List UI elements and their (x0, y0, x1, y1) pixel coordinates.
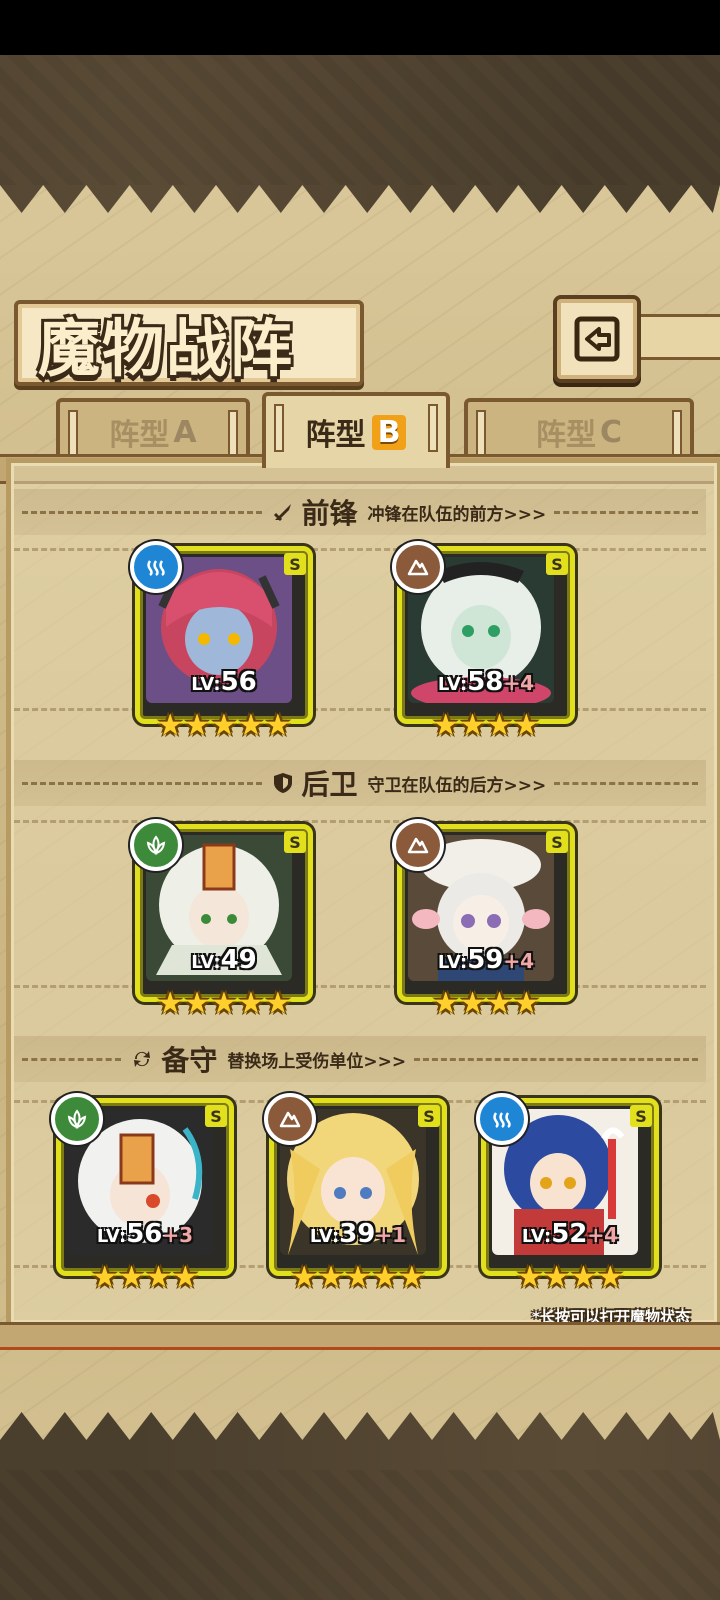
tab-label: 阵型 (109, 418, 170, 453)
monster-card-front-2[interactable]: S LV:58+4 ★★★★ (392, 541, 575, 741)
monster-card-reserve-3[interactable]: S LV:52+4 ★★★★ (476, 1093, 659, 1293)
level-label: LV:59+4 (437, 945, 535, 975)
tab-letter: B (371, 414, 407, 450)
bottom-rail (0, 1322, 720, 1350)
monster-card-reserve-2[interactable]: S LV:39+1 ★★★★★ (264, 1093, 447, 1293)
level-label: LV:39+1 (309, 1219, 407, 1249)
level-label: LV:49 (191, 945, 257, 975)
star-rating: ★★★★ (91, 1260, 199, 1295)
tab-formation-a[interactable]: 阵型 A (56, 398, 250, 462)
section-desc: 守卫在队伍的后方>>> (367, 775, 547, 796)
earth-element-icon (392, 541, 444, 593)
monster-card-reserve-1[interactable]: S LV:56+3 ★★★★ (51, 1093, 234, 1293)
water-element-icon (476, 1093, 528, 1145)
tab-letter: A (173, 414, 197, 450)
shield-icon (270, 770, 296, 796)
grade-badge: S (630, 1105, 652, 1127)
back-rail (635, 314, 720, 360)
earth-element-icon (264, 1093, 316, 1145)
swap-icon (129, 1046, 155, 1072)
star-rating: ★★★★★ (290, 1260, 426, 1295)
water-element-icon (130, 541, 182, 593)
star-rating: ★★★★ (432, 986, 540, 1021)
star-rating: ★★★★★ (156, 986, 292, 1021)
wind-element-icon (51, 1093, 103, 1145)
grade-badge: S (205, 1105, 227, 1127)
section-title: 前锋 (301, 497, 358, 530)
level-label: LV:56 (191, 667, 257, 697)
section-desc: 冲锋在队伍的前方>>> (367, 504, 547, 525)
tab-formation-b[interactable]: 阵型 B (262, 392, 450, 468)
section-desc: 替换场上受伤单位>>> (227, 1051, 407, 1072)
tab-formation-c[interactable]: 阵型 C (464, 398, 694, 462)
section-title: 备守 (161, 1044, 218, 1077)
section-reserve-header: 备守 替换场上受伤单位>>> (14, 1036, 706, 1082)
star-rating: ★★★★ (516, 1260, 624, 1295)
page-title: 魔物战阵 (38, 312, 295, 385)
section-front-header: 前锋 冲锋在队伍的前方>>> (14, 489, 706, 535)
grade-badge: S (418, 1105, 440, 1127)
section-rear-header: 后卫 守卫在队伍的后方>>> (14, 760, 706, 806)
sword-icon (270, 499, 296, 525)
monster-card-front-1[interactable]: S LV:56 ★★★★★ (130, 541, 313, 741)
star-rating: ★★★★★ (156, 708, 292, 743)
monster-card-rear-2[interactable]: S LV:59+4 ★★★★ (392, 819, 575, 1019)
grade-badge: S (546, 553, 568, 575)
level-label: LV:56+3 (96, 1219, 194, 1249)
back-button[interactable] (553, 295, 641, 383)
monster-card-rear-1[interactable]: S LV:49 ★★★★★ (130, 819, 313, 1019)
grade-badge: S (284, 831, 306, 853)
tab-label: 阵型 (535, 418, 596, 453)
grade-badge: S (546, 831, 568, 853)
wind-element-icon (130, 819, 182, 871)
tab-letter: C (599, 414, 623, 450)
grade-badge: S (284, 553, 306, 575)
level-label: LV:52+4 (521, 1219, 619, 1249)
back-arrow-icon (574, 316, 620, 362)
section-title: 后卫 (301, 768, 358, 801)
level-label: LV:58+4 (437, 667, 535, 697)
star-rating: ★★★★ (432, 708, 540, 743)
status-bar (0, 0, 720, 55)
tab-label: 阵型 (305, 418, 366, 453)
earth-element-icon (392, 819, 444, 871)
